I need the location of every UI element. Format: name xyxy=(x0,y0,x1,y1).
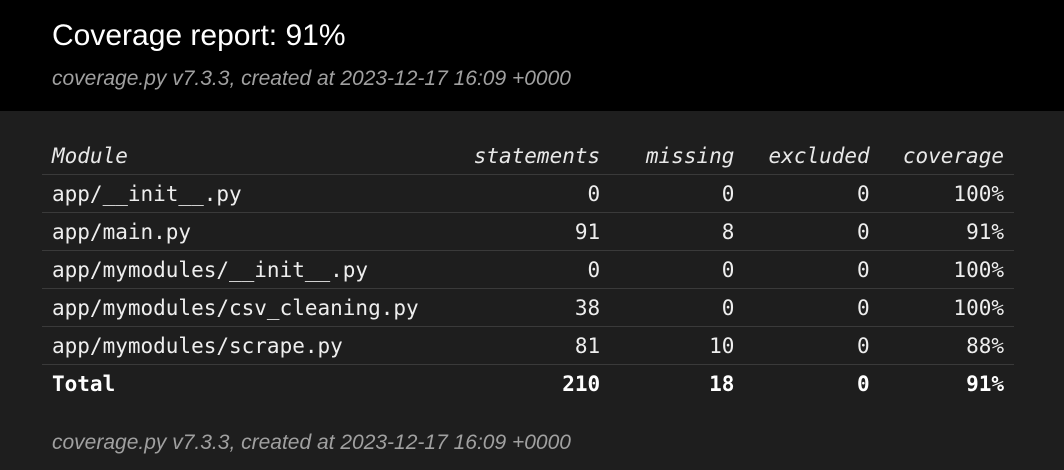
coverage-cell: 100% xyxy=(879,288,1014,327)
table-row: app/mymodules/scrape.py 81 10 0 88% xyxy=(42,326,1014,365)
excluded-cell: 0 xyxy=(744,288,880,327)
module-cell: app/mymodules/csv_cleaning.py xyxy=(42,288,453,327)
module-cell: app/main.py xyxy=(42,212,453,251)
total-missing: 18 xyxy=(709,371,735,396)
header-created-info: coverage.py v7.3.3, created at 2023-12-1… xyxy=(52,67,571,90)
column-header-statements[interactable]: statements xyxy=(452,138,611,175)
table-header-row: Module statements missing excluded cover… xyxy=(42,138,1014,175)
total-row: Total 210 18 0 91% xyxy=(42,365,1014,403)
coverage-cell: 91% xyxy=(879,212,1014,251)
table-row: app/main.py 91 8 0 91% xyxy=(42,212,1014,251)
module-cell: app/__init__.py xyxy=(42,174,453,213)
module-cell: app/mymodules/scrape.py xyxy=(42,326,453,365)
coverage-table: Module statements missing excluded cover… xyxy=(42,138,1014,402)
table-row: app/mymodules/__init__.py 0 0 0 100% xyxy=(42,250,1014,289)
report-header: Coverage report: 91% xyxy=(0,0,1064,111)
module-link[interactable]: app/mymodules/__init__.py xyxy=(52,258,368,282)
statements-cell: 81 xyxy=(452,326,611,365)
excluded-cell: 0 xyxy=(744,174,880,213)
column-header-coverage[interactable]: coverage xyxy=(879,138,1014,175)
missing-cell: 0 xyxy=(610,250,745,289)
missing-cell: 10 xyxy=(610,326,745,365)
module-link[interactable]: app/main.py xyxy=(52,220,191,244)
statements-cell: 91 xyxy=(452,212,611,251)
module-link[interactable]: app/mymodules/scrape.py xyxy=(52,334,343,358)
excluded-cell: 0 xyxy=(744,212,880,251)
statements-cell: 0 xyxy=(452,174,611,213)
missing-cell: 0 xyxy=(610,174,745,213)
module-link[interactable]: app/mymodules/csv_cleaning.py xyxy=(52,296,419,320)
column-header-missing[interactable]: missing xyxy=(610,138,745,175)
page-title: Coverage report: 91% xyxy=(52,19,346,52)
missing-cell: 0 xyxy=(610,288,745,327)
coverage-report-page: Coverage report: 91% coverage.py v7.3.3,… xyxy=(0,0,1064,470)
excluded-cell: 0 xyxy=(744,250,880,289)
total-excluded: 0 xyxy=(857,371,870,396)
total-coverage: 91% xyxy=(966,371,1004,396)
table-row: app/mymodules/csv_cleaning.py 38 0 0 100… xyxy=(42,288,1014,327)
column-header-module[interactable]: Module xyxy=(42,138,453,175)
total-statements: 210 xyxy=(562,371,601,396)
coverage-cell: 88% xyxy=(879,326,1014,365)
coverage-cell: 100% xyxy=(879,174,1014,213)
module-cell: app/mymodules/__init__.py xyxy=(42,250,453,289)
coverage-cell: 100% xyxy=(879,250,1014,289)
total-label: Total xyxy=(52,371,116,396)
statements-cell: 38 xyxy=(452,288,611,327)
module-link[interactable]: app/__init__.py xyxy=(52,182,242,206)
statements-cell: 0 xyxy=(452,250,611,289)
footer-created-info: coverage.py v7.3.3, created at 2023-12-1… xyxy=(52,431,571,454)
table-row: app/__init__.py 0 0 0 100% xyxy=(42,174,1014,213)
missing-cell: 8 xyxy=(610,212,745,251)
column-header-excluded[interactable]: excluded xyxy=(744,138,880,175)
excluded-cell: 0 xyxy=(744,326,880,365)
